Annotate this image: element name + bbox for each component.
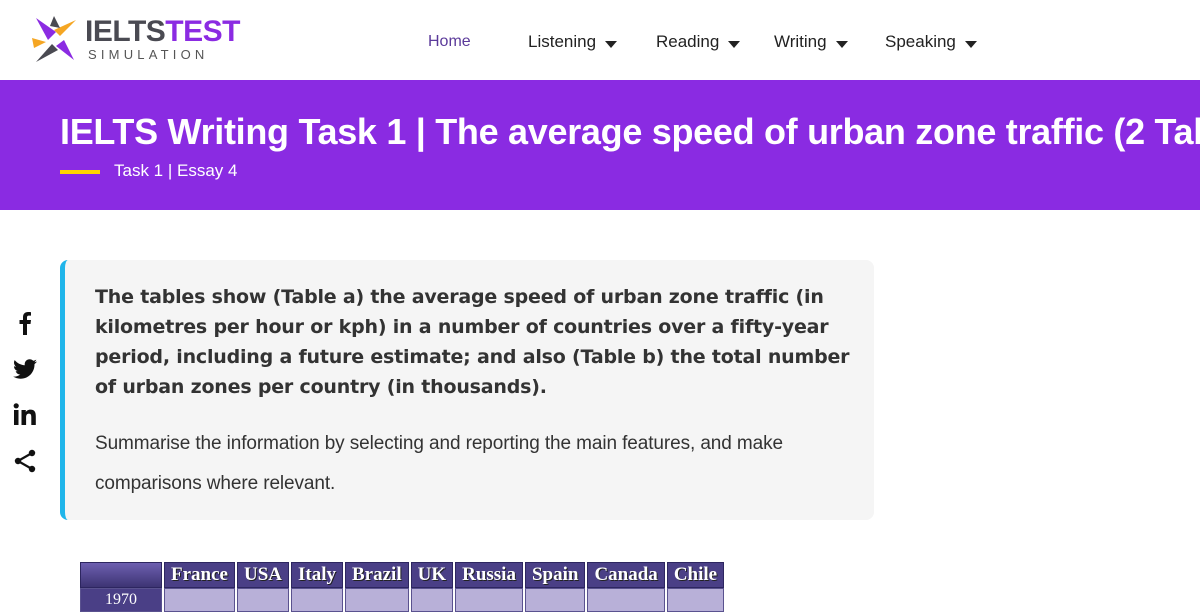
table-column-header: USA	[236, 562, 289, 588]
table-cell	[345, 588, 409, 612]
main-nav: Home Listening Reading Writing Speaking	[0, 0, 1200, 80]
task-description: The tables show (Table a) the average sp…	[95, 286, 850, 398]
nav-item-listening[interactable]: Listening	[528, 31, 618, 53]
table-column-header: Brazil	[345, 562, 409, 588]
page-title: IELTS Writing Task 1 | The average speed…	[60, 111, 1200, 152]
share-rail	[10, 308, 40, 492]
breadcrumb[interactable]: Task 1 | Essay 4	[114, 160, 237, 182]
title-underline	[60, 170, 100, 174]
task-instruction: Summarise the information by selecting a…	[95, 433, 783, 494]
table-column-header: Chile	[666, 562, 725, 588]
table-header-row: France USA Italy Brazil UK Russia Spain …	[80, 562, 725, 588]
table-column-header: Russia	[455, 562, 523, 588]
nav-item-reading[interactable]: Reading	[656, 31, 741, 53]
task-prompt-box: The tables show (Table a) the average sp…	[60, 260, 874, 520]
facebook-share-button[interactable]	[10, 308, 40, 338]
caret-down-icon	[605, 41, 618, 48]
caret-down-icon	[728, 41, 741, 48]
table-column-header: Spain	[524, 562, 586, 588]
table-row-header: 1970	[80, 588, 162, 612]
table-cell	[164, 588, 235, 612]
nav-item-writing[interactable]: Writing	[774, 31, 848, 53]
linkedin-icon	[13, 403, 36, 425]
table-cell	[291, 588, 343, 612]
caret-down-icon	[964, 41, 977, 48]
table-column-header: France	[164, 562, 235, 588]
table-corner-cell	[80, 562, 162, 588]
nav-item-speaking[interactable]: Speaking	[885, 31, 977, 53]
share-button[interactable]	[10, 446, 40, 476]
site-header: IELTSTEST SIMULATION Home Listening Read…	[0, 0, 1200, 80]
twitter-icon	[13, 359, 38, 379]
table-column-header: Italy	[291, 562, 343, 588]
caret-down-icon	[835, 41, 848, 48]
table-cell	[455, 588, 523, 612]
table-cell	[587, 588, 665, 612]
twitter-share-button[interactable]	[10, 354, 40, 384]
table-column-header: Canada	[587, 562, 665, 588]
table-cell	[666, 588, 725, 612]
nav-item-home[interactable]: Home	[428, 31, 471, 53]
table-row: 1970	[80, 588, 725, 612]
facebook-icon	[19, 312, 31, 335]
table-cell	[524, 588, 586, 612]
linkedin-share-button[interactable]	[10, 400, 40, 430]
table-column-header: UK	[410, 562, 454, 588]
table-cell	[236, 588, 289, 612]
table-cell	[410, 588, 454, 612]
page-hero: IELTS Writing Task 1 | The average speed…	[0, 80, 1200, 210]
speed-table: France USA Italy Brazil UK Russia Spain …	[78, 562, 726, 612]
share-icon	[14, 449, 36, 473]
